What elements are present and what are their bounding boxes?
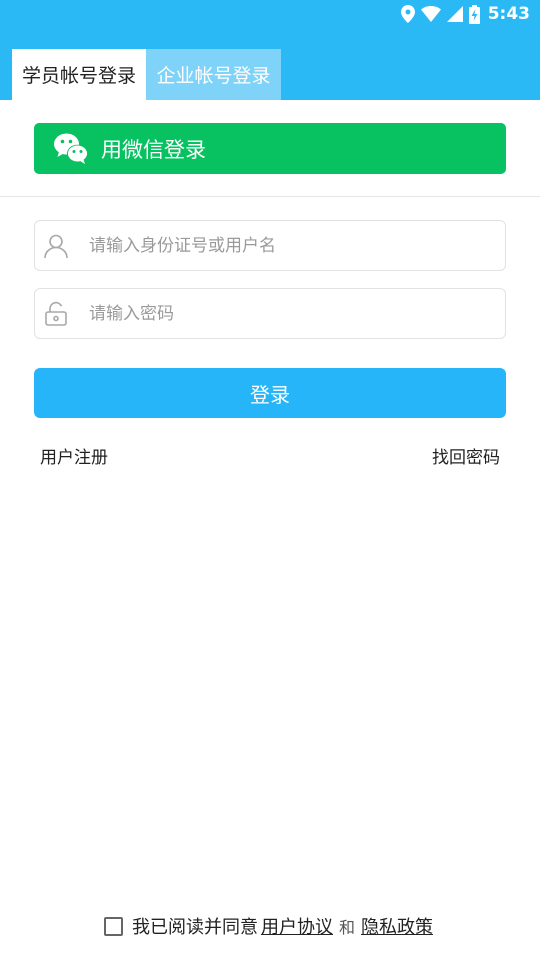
- divider: [0, 196, 540, 197]
- wechat-login-label: 用微信登录: [101, 137, 206, 162]
- privacy-policy-link[interactable]: 隐私政策: [361, 913, 433, 939]
- username-input[interactable]: [89, 235, 469, 256]
- forgot-password-link[interactable]: 找回密码: [432, 443, 500, 468]
- cellular-signal-icon: [446, 6, 463, 22]
- agreement-and: 和: [338, 918, 355, 937]
- lock-icon: [43, 301, 69, 327]
- user-icon: [43, 233, 69, 259]
- register-link[interactable]: 用户注册: [40, 443, 108, 468]
- agreement-checkbox[interactable]: [103, 916, 123, 936]
- login-button[interactable]: 登录: [34, 368, 506, 418]
- wechat-icon: [53, 131, 89, 167]
- wifi-icon: [420, 6, 441, 22]
- agreement-row: 我已阅读并同意 用户协议 和 隐私政策: [0, 912, 540, 940]
- user-agreement-link[interactable]: 用户协议: [261, 913, 333, 939]
- password-input[interactable]: [89, 303, 469, 324]
- agreement-prefix: 我已阅读并同意: [131, 917, 258, 938]
- tab-enterprise-login[interactable]: 企业帐号登录: [146, 49, 281, 100]
- status-bar: 5:43: [0, 0, 540, 28]
- password-field[interactable]: [34, 288, 506, 339]
- username-field[interactable]: [34, 220, 506, 271]
- status-icons: 5:43: [400, 3, 530, 25]
- tab-student-login[interactable]: 学员帐号登录: [12, 49, 146, 100]
- wechat-login-button[interactable]: 用微信登录: [34, 123, 506, 174]
- location-icon: [400, 5, 415, 23]
- status-time: 5:43: [487, 4, 530, 24]
- battery-charging-icon: [468, 4, 480, 24]
